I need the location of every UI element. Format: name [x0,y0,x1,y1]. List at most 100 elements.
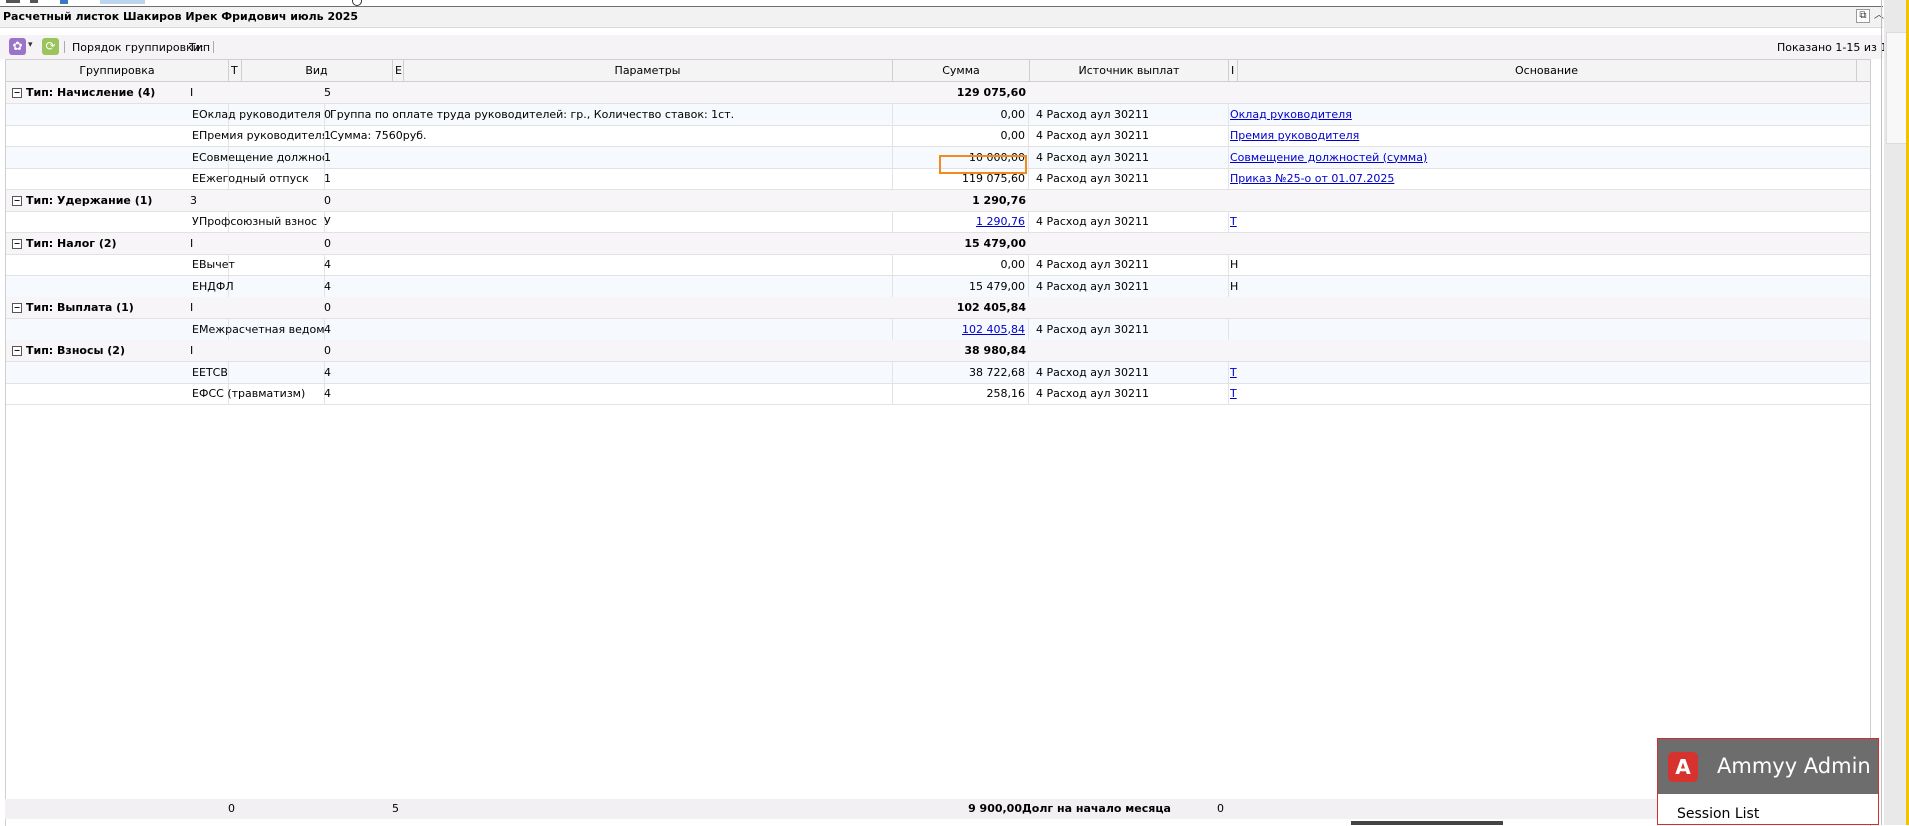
collapse-icon[interactable]: − [12,195,22,206]
group-label: Тип: Начисление (4) [26,86,156,99]
basis-cell[interactable]: Оклад руководителя [1230,104,1830,125]
table-row[interactable]: E Оклад руководителя 0 Группа по оплате тру… [6,103,1870,126]
kind-cell: ЕТСВ [199,361,325,383]
restore-window-button[interactable]: ⧉ [1856,9,1870,23]
group-label: Тип: Удержание (1) [26,193,153,207]
sum-cell: 38 722,68 [893,361,1029,383]
group-sum: 1 290,76 [972,193,1026,207]
chevron-down-icon: ▾ [28,40,33,50]
top-strip-fragment [100,0,145,4]
basis-cell: Н [1230,258,1239,271]
group-fragment: I [190,301,194,314]
table-row[interactable]: E Ежегодный отпуск 1 119 075,60 4 Расход аул… [6,168,1870,190]
basis-cell[interactable]: Премия руководителя [1230,125,1830,146]
panel-border [1881,0,1882,825]
basis-cell[interactable]: Т [1230,362,1830,383]
basis-cell[interactable]: Т [1230,383,1830,404]
kind-cell: ФСС (травматизм) [199,383,325,404]
group-row[interactable]: − Тип: Взносы (2) I 0 38 980,84 [6,340,1870,362]
table-row[interactable]: E ФСС (травматизм) 4 258,16 4 Расход аул 302… [6,383,1870,405]
params-cell [330,275,893,297]
source-cell: 4 Расход аул 30211 [1036,125,1229,146]
sum-cell: 0,00 [893,125,1029,146]
gear-icon: ✿ [9,38,26,55]
ammyy-admin-popup: A Ammyy Admin Session List [1657,738,1879,825]
grid-header: Группировка Т Вид Е Параметры Сумма Исто… [6,60,1870,82]
kind-cell: Премия руководителя [199,125,325,146]
refresh-icon: ⟳ [45,39,56,53]
sum-cell[interactable]: 102 405,84 [893,318,1029,340]
collapse-icon[interactable]: − [12,238,22,249]
params-cell [330,146,893,168]
kind-cell: НДФЛ [199,275,325,297]
params-cell [330,383,893,404]
group-row[interactable]: − Тип: Удержание (1) 3 0 1 290,76 [6,189,1870,212]
sum-cell: 0,00 [893,254,1029,275]
grouping-order-value[interactable]: Тип [189,41,210,54]
collapse-icon[interactable]: − [12,88,22,98]
window-titlebar: Расчетный листок Шакиров Ирек Фридович и… [0,7,1884,28]
group-sum: 15 479,00 [964,236,1026,250]
footer-fragment: 0 [228,802,235,815]
collapse-icon[interactable]: − [12,303,22,313]
column-header-kind[interactable]: Вид [241,60,393,81]
group-fragment: I [190,86,194,99]
basis-cell [1230,319,1830,340]
source-cell: 4 Расход аул 30211 [1036,275,1229,297]
sum-cell[interactable]: 1 290,76 [893,211,1029,232]
kind-cell: Совмещение должностей ... [199,146,325,168]
taskbar-fragment [1351,821,1503,825]
footer-fragment: 0 [1217,802,1224,815]
window-title: Расчетный листок Шакиров Ирек Фридович и… [3,10,359,23]
table-row[interactable]: У Профсоюзный взнос У 1 290,76 4 Расход аул … [6,211,1870,233]
kind-cell: Межрасчетная ведомость ... [199,318,325,340]
column-header-source[interactable]: Источник выплат [1030,60,1229,81]
grid-toolbar: ✿ ▾ ⟳ Порядок группировки: Тип Показано … [0,35,1894,59]
payslip-window: Расчетный листок Шакиров Ирек Фридович и… [0,7,1894,826]
table-row[interactable]: E ЕТСВ 4 38 722,68 4 Расход аул 30211 Т [6,361,1870,384]
sum-cell: 258,16 [893,383,1029,404]
payslip-grid: Группировка Т Вид Е Параметры Сумма Исто… [5,59,1871,826]
group-fragment: 3 [190,193,197,207]
source-cell: 4 Расход аул 30211 [1036,361,1229,383]
table-row[interactable]: E Вычет 4 0,00 4 Расход аул 30211 Н [6,254,1870,276]
table-row[interactable]: EМежрасчетная ведомость ...4102 405,844 … [6,318,1870,341]
params-cell [330,318,893,340]
table-row[interactable]: E Премия руководителя 1 Сумма: 7560руб. 0,00… [6,125,1870,147]
group-fragment: 0 [324,236,331,250]
footer-fragment: 5 [392,802,399,815]
kind-cell: Ежегодный отпуск [199,168,325,189]
basis-cell[interactable]: Т [1230,211,1830,232]
collapse-icon[interactable]: − [12,346,22,356]
table-row[interactable]: E НДФЛ 4 15 479,00 4 Расход аул 30211 Н [6,275,1870,298]
group-fragment: I [190,344,194,357]
basis-cell[interactable]: Приказ №25-о от 01.07.2025 [1230,168,1830,189]
params-cell [330,168,893,189]
table-row[interactable]: EСовмещение должностей ...110 000,004 Ра… [6,146,1870,169]
kind-cell: Вычет [199,254,325,275]
group-row[interactable]: − Тип: Налог (2) I 0 15 479,00 [6,232,1870,255]
shown-count: Показано 1-15 из 15 [1777,41,1895,54]
refresh-button[interactable]: ⟳ [42,38,59,55]
group-fragment: 0 [324,344,331,357]
column-header-grouping[interactable]: Группировка [6,60,229,81]
source-cell: 4 Расход аул 30211 [1036,318,1229,340]
footer-sum: 9 900,00 [968,802,1022,815]
group-sum: 102 405,84 [956,301,1026,314]
basis-cell[interactable]: Совмещение должностей (сумма) [1230,147,1830,168]
settings-menu-button[interactable]: ✿ ▾ [9,38,35,55]
column-header-params[interactable]: Параметры [403,60,893,81]
params-cell: Сумма: 7560руб. [330,125,893,146]
column-header-basis[interactable]: Основание [1237,60,1857,81]
params-cell [330,211,893,232]
group-fragment: 0 [324,193,331,207]
group-row[interactable]: − Тип: Начисление (4) I 5 129 075,60 [6,82,1870,104]
source-cell: 4 Расход аул 30211 [1036,254,1229,275]
group-row[interactable]: − Тип: Выплата (1) I 0 102 405,84 [6,297,1870,319]
group-label: Тип: Взносы (2) [26,344,125,357]
column-header-sum[interactable]: Сумма [893,60,1030,81]
ammyy-logo-icon: A [1668,752,1698,782]
session-list-link[interactable]: Session List [1677,806,1759,822]
source-cell: 4 Расход аул 30211 [1036,146,1229,168]
params-cell [330,361,893,383]
